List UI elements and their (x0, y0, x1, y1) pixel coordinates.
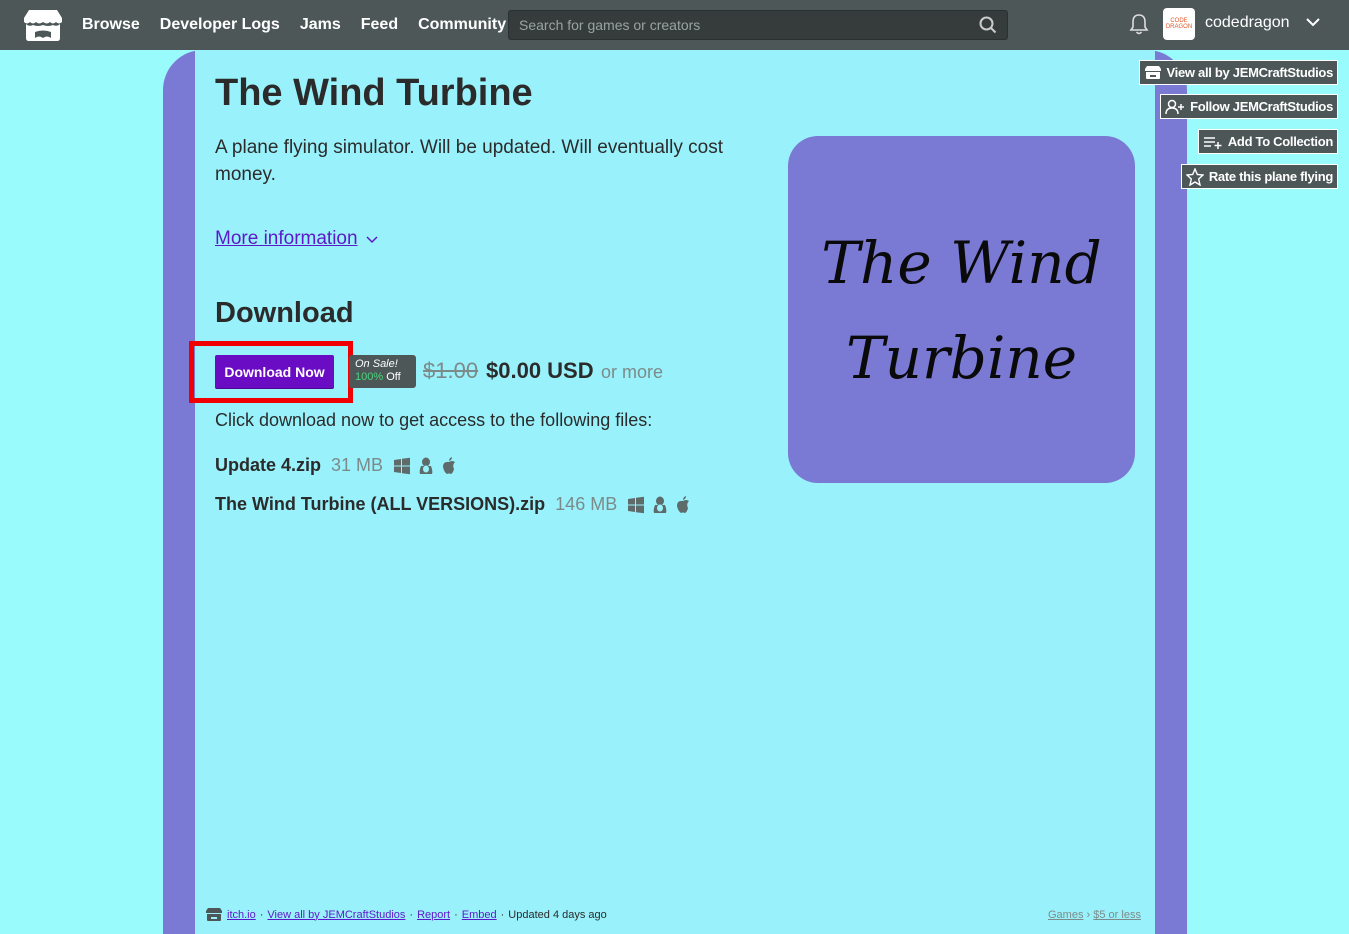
linux-icon (653, 496, 667, 513)
or-more-label: or more (601, 362, 664, 382)
chevron-down-icon[interactable] (1305, 16, 1321, 28)
original-price: $1.00 (423, 358, 479, 383)
sale-percent: 100% (355, 371, 384, 383)
separator: · (409, 908, 414, 921)
search-icon[interactable] (979, 16, 997, 34)
file-name: The Wind Turbine (ALL VERSIONS).zip (215, 494, 546, 514)
top-bar: Browse Developer Logs Jams Feed Communit… (0, 0, 1349, 50)
search-input[interactable] (519, 17, 969, 33)
file-size: 146 MB (555, 494, 618, 514)
add-list-icon (1203, 136, 1222, 149)
footer-updated: Updated 4 days ago (508, 908, 607, 921)
view-all-by-creator-button[interactable]: View all by JEMCraftStudios (1138, 60, 1338, 85)
footer-breadcrumb: Games › $5 or less (1048, 909, 1141, 921)
cover-title: The Wind Turbine (788, 216, 1135, 406)
rate-game-button[interactable]: Rate this plane flying (1180, 164, 1338, 189)
follow-creator-button[interactable]: Follow JEMCraftStudios (1160, 94, 1338, 119)
avatar[interactable]: CODE DRAGON (1163, 8, 1195, 40)
download-now-button[interactable]: Download Now (215, 355, 334, 388)
page-footer: itch.io · View all by JEMCraftStudios · … (205, 907, 1145, 922)
file-size: 31 MB (331, 455, 384, 475)
platform-icons (393, 456, 457, 475)
nav-developer-logs[interactable]: Developer Logs (160, 16, 280, 34)
linux-icon (419, 457, 433, 474)
nav-jams[interactable]: Jams (300, 16, 341, 34)
file-row: The Wind Turbine (ALL VERSIONS).zip 146 … (215, 494, 691, 515)
itchio-logo-icon[interactable] (23, 8, 63, 42)
file-row: Update 4.zip 31 MB (215, 455, 457, 476)
nav-feed[interactable]: Feed (361, 16, 398, 34)
chevron-down-icon[interactable] (366, 236, 378, 244)
sale-badge: On Sale! 100% Off (349, 355, 416, 388)
nav-community[interactable]: Community (418, 16, 506, 34)
download-heading: Download (215, 297, 354, 329)
user-plus-icon (1165, 99, 1185, 114)
apple-icon (677, 495, 690, 513)
game-description: A plane flying simulator. Will be update… (215, 137, 723, 185)
game-title: The Wind Turbine (215, 72, 533, 114)
cover-line-1: The Wind (821, 229, 1102, 297)
separator: · (454, 908, 458, 921)
footer-view-all-link[interactable]: View all by JEMCraftStudios (267, 909, 405, 921)
footer-report-link[interactable]: Report (417, 909, 450, 921)
footer-embed-link[interactable]: Embed (462, 909, 497, 921)
more-information-link[interactable]: More information (215, 228, 358, 250)
separator: › (1086, 909, 1091, 921)
windows-icon (394, 457, 411, 474)
add-to-collection-button[interactable]: Add To Collection (1197, 129, 1338, 154)
file-name: Update 4.zip (215, 455, 322, 475)
footer-games-link[interactable]: Games (1048, 909, 1083, 921)
platform-icons (627, 495, 691, 514)
view-all-label: View all by JEMCraftStudios (1166, 65, 1334, 80)
apple-icon (443, 456, 456, 474)
notification-bell-icon[interactable] (1129, 13, 1149, 35)
search-bar (508, 10, 1008, 40)
game-cover-image: The Wind Turbine (788, 136, 1135, 483)
separator: · (500, 908, 505, 921)
follow-label: Follow JEMCraftStudios (1190, 99, 1333, 114)
download-instructions: Click download now to get access to the … (215, 410, 653, 430)
itchio-logo-icon (206, 908, 222, 921)
itchio-logo-icon (1144, 66, 1161, 79)
rate-label: Rate this plane flying (1208, 169, 1333, 184)
cover-line-2: Turbine (845, 324, 1078, 392)
main-nav: Browse Developer Logs Jams Feed Communit… (82, 0, 506, 50)
add-collection-label: Add To Collection (1227, 134, 1333, 149)
windows-icon (628, 496, 645, 513)
footer-price-filter-link[interactable]: $5 or less (1093, 909, 1141, 921)
username[interactable]: codedragon (1205, 14, 1290, 32)
sale-label: On Sale! (355, 358, 398, 370)
separator: · (259, 908, 264, 921)
star-icon (1185, 167, 1204, 186)
sale-off: Off (386, 371, 401, 383)
nav-browse[interactable]: Browse (82, 16, 140, 34)
footer-itchio-link[interactable]: itch.io (227, 909, 256, 921)
sale-price: $0.00 USD (486, 358, 594, 383)
